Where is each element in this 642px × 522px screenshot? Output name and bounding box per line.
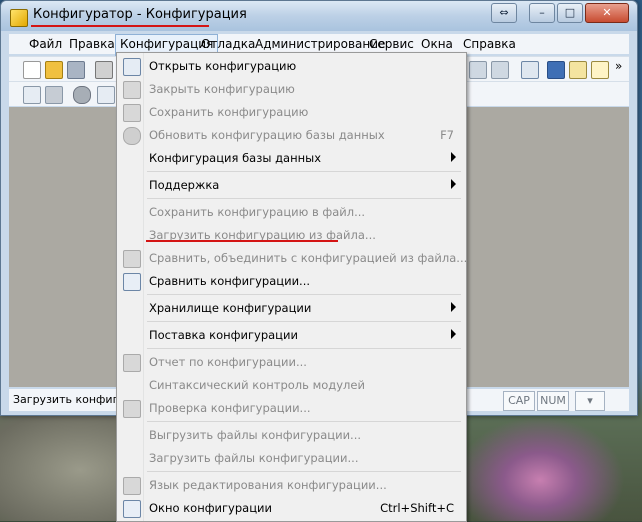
compare-icon	[123, 273, 141, 291]
maximize-button[interactable]: □	[557, 3, 583, 23]
menu-item-shortcut: Ctrl+Shift+C	[380, 501, 454, 515]
menu-item-save-to-file[interactable]: Сохранить конфигурацию в файл...	[119, 201, 462, 223]
menu-item-label: Конфигурация базы данных	[149, 151, 322, 165]
compare-merge-icon	[123, 250, 141, 268]
menu-debug[interactable]: Отладка	[197, 34, 259, 54]
menu-item-label: Обновить конфигурацию базы данных	[149, 128, 385, 142]
menu-item-label: Сравнить, объединить с конфигурацией из …	[149, 251, 468, 265]
report-icon	[123, 354, 141, 372]
menu-bar: Файл Правка Конфигурация Отладка Админис…	[9, 34, 629, 56]
menu-item-label: Сохранить конфигурацию в файл...	[149, 205, 366, 219]
menu-item-label: Выгрузить файлы конфигурации...	[149, 428, 362, 442]
menu-windows[interactable]: Окна	[417, 34, 457, 54]
menu-item-compare-merge[interactable]: Сравнить, объединить с конфигурацией из …	[119, 247, 467, 269]
save-config-icon	[123, 104, 141, 122]
toolbar-overflow-icon[interactable]: »	[615, 59, 622, 73]
menu-separator	[147, 471, 461, 472]
menu-item-compare[interactable]: Сравнить конфигурации...	[119, 270, 462, 292]
db-update-icon	[123, 127, 141, 145]
menu-service[interactable]: Сервис	[365, 34, 418, 54]
menu-item-label: Загрузить файлы конфигурации...	[149, 451, 359, 465]
title-red-underline	[31, 25, 209, 27]
menu-item-db-config[interactable]: Конфигурация базы данных	[119, 147, 462, 169]
menu-item-label: Хранилище конфигурации	[149, 301, 312, 315]
user-icon[interactable]	[547, 61, 565, 79]
menu-item-import-files[interactable]: Загрузить файлы конфигурации...	[119, 447, 462, 469]
config-tree-icon[interactable]	[23, 86, 41, 104]
menu-edit[interactable]: Правка	[65, 34, 119, 54]
menu-item-label: Поставка конфигурации	[149, 328, 298, 342]
menu-item-support[interactable]: Поддержка	[119, 174, 462, 196]
windows-icon[interactable]	[521, 61, 539, 79]
menu-item-edit-language[interactable]: Язык редактирования конфигурации...	[119, 474, 462, 496]
database-icon[interactable]	[73, 86, 91, 104]
menu-item-open-config[interactable]: Открыть конфигурацию	[119, 55, 462, 77]
status-text: Загрузить конфигур	[13, 393, 132, 406]
menu-item-shortcut: F7	[440, 128, 454, 142]
cut-icon[interactable]	[95, 61, 113, 79]
menu-item-label: Сохранить конфигурацию	[149, 105, 309, 119]
menu-item-config-window[interactable]: Окно конфигурации Ctrl+Shift+C	[119, 497, 462, 519]
copy-icon[interactable]	[45, 86, 63, 104]
cap-indicator: CAP	[503, 391, 535, 411]
close-button[interactable]: ✕	[585, 3, 629, 23]
table-icon[interactable]	[97, 86, 115, 104]
menu-item-syntax-check[interactable]: Синтаксический контроль модулей	[119, 374, 462, 396]
submenu-arrow-icon	[451, 302, 456, 312]
notes-icon[interactable]	[591, 61, 609, 79]
menu-item-label: Синтаксический контроль модулей	[149, 378, 365, 392]
open-config-icon	[123, 58, 141, 76]
menu-item-report[interactable]: Отчет по конфигурации...	[119, 351, 462, 373]
menu-item-label: Открыть конфигурацию	[149, 59, 297, 73]
menu-separator	[147, 421, 461, 422]
menu-item-export-files[interactable]: Выгрузить файлы конфигурации...	[119, 424, 462, 446]
menu-item-label: Окно конфигурации	[149, 501, 272, 515]
menu-separator	[147, 171, 461, 172]
menu-separator	[147, 294, 461, 295]
menu-item-delivery[interactable]: Поставка конфигурации	[119, 324, 462, 346]
title-bar[interactable]: Конфигуратор - Конфигурация ⇔ – □ ✕	[1, 1, 637, 31]
minimize-button[interactable]: –	[529, 3, 555, 23]
menu-item-label: Проверка конфигурации...	[149, 401, 311, 415]
menu-file[interactable]: Файл	[25, 34, 66, 54]
submenu-arrow-icon	[451, 329, 456, 339]
menu-item-repository[interactable]: Хранилище конфигурации	[119, 297, 462, 319]
menu-item-load-from-file[interactable]: Загрузить конфигурацию из файла...	[119, 224, 462, 246]
language-icon	[123, 477, 141, 495]
search-icon[interactable]	[569, 61, 587, 79]
menu-separator	[147, 198, 461, 199]
menu-item-label: Отчет по конфигурации...	[149, 355, 307, 369]
menu-item-label: Сравнить конфигурации...	[149, 274, 311, 288]
status-dropdown[interactable]: ▾	[575, 391, 605, 411]
check-icon	[123, 400, 141, 418]
menu-item-label: Поддержка	[149, 178, 220, 192]
menu-item-label: Закрыть конфигурацию	[149, 82, 295, 96]
menu-separator	[147, 321, 461, 322]
submenu-arrow-icon	[451, 179, 456, 189]
save-icon[interactable]	[67, 61, 85, 79]
window-title: Конфигуратор - Конфигурация	[33, 7, 247, 22]
menu-item-update-db-config[interactable]: Обновить конфигурацию базы данных F7	[119, 124, 462, 146]
menu-item-verify[interactable]: Проверка конфигурации...	[119, 397, 462, 419]
configuration-menu: Открыть конфигурацию Закрыть конфигураци…	[116, 52, 467, 522]
config-window-icon	[123, 500, 141, 518]
close-config-icon	[123, 81, 141, 99]
redo-icon[interactable]	[491, 61, 509, 79]
restore-icon[interactable]: ⇔	[491, 3, 517, 23]
new-file-icon[interactable]	[23, 61, 41, 79]
menu-item-save-config[interactable]: Сохранить конфигурацию	[119, 101, 462, 123]
menu-item-label: Язык редактирования конфигурации...	[149, 478, 387, 492]
menu-help[interactable]: Справка	[459, 34, 520, 54]
menu-separator	[147, 348, 461, 349]
submenu-arrow-icon	[451, 152, 456, 162]
num-indicator: NUM	[537, 391, 569, 411]
app-icon	[10, 9, 28, 27]
undo-icon[interactable]	[469, 61, 487, 79]
menu-item-close-config[interactable]: Закрыть конфигурацию	[119, 78, 462, 100]
load-from-file-red-underline	[146, 240, 338, 242]
open-folder-icon[interactable]	[45, 61, 63, 79]
